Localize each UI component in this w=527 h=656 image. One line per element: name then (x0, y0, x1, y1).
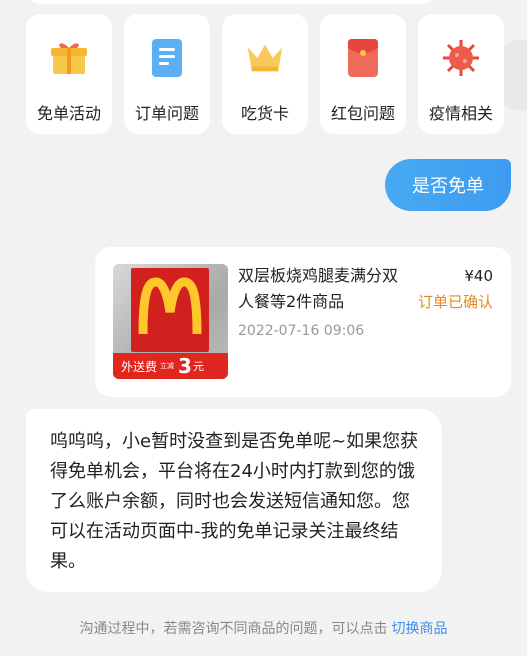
quick-action-label: 吃货卡 (240, 104, 289, 123)
crown-icon (245, 38, 285, 78)
order-time: 2022-07-16 09:06 (238, 323, 365, 339)
order-status: 订单已确认 (417, 293, 493, 311)
mcdonalds-logo (131, 268, 209, 352)
order-price: ¥40 (464, 267, 493, 285)
order-card[interactable]: 外送费 立减 3 元 双层板烧鸡腿麦满分双人餐等2件商品 2022-07-16 … (95, 247, 511, 397)
quick-action-label: 疫情相关 (428, 104, 493, 123)
fee-number: 3 (178, 354, 192, 378)
quick-action-label: 免单活动 (36, 104, 101, 123)
quick-actions-row: 免单活动 订单问题 吃货卡 红包问题 疫情相关 (26, 14, 526, 134)
delivery-fee-banner: 外送费 立减 3 元 (113, 353, 228, 379)
quick-action-label: 订单问题 (134, 104, 199, 123)
fee-unit: 元 (192, 360, 204, 373)
user-message-bubble: 是否免单 (385, 159, 511, 211)
quick-action-order-issue[interactable]: 订单问题 (124, 14, 210, 134)
quick-action-label: 红包问题 (330, 104, 395, 123)
quick-action-free-order[interactable]: 免单活动 (26, 14, 112, 134)
document-icon (147, 38, 187, 78)
quick-action-foodie-card[interactable]: 吃货卡 (222, 14, 308, 134)
red-envelope-icon (343, 38, 383, 78)
previous-message-bubble (26, 0, 436, 4)
quick-action-red-envelope[interactable]: 红包问题 (320, 14, 406, 134)
switch-product-link[interactable]: 切换商品 (392, 621, 448, 637)
footer-text: 沟通过程中，若需咨询不同商品的问题，可以点击 (79, 621, 388, 637)
quick-action-epidemic[interactable]: 疫情相关 (418, 14, 504, 134)
fee-discount-label: 立减 (160, 362, 175, 370)
footer-note: 沟通过程中，若需咨询不同商品的问题，可以点击 切换商品 (0, 618, 527, 638)
gift-icon (49, 38, 89, 78)
order-thumbnail: 外送费 立减 3 元 (113, 264, 228, 379)
bot-message-bubble: 呜呜呜，小e暂时没查到是否免单呢~如果您获得免单机会，平台将在24小时内打款到您… (26, 409, 442, 592)
virus-icon (441, 38, 481, 78)
order-title: 双层板烧鸡腿麦满分双人餐等2件商品 (238, 266, 399, 311)
